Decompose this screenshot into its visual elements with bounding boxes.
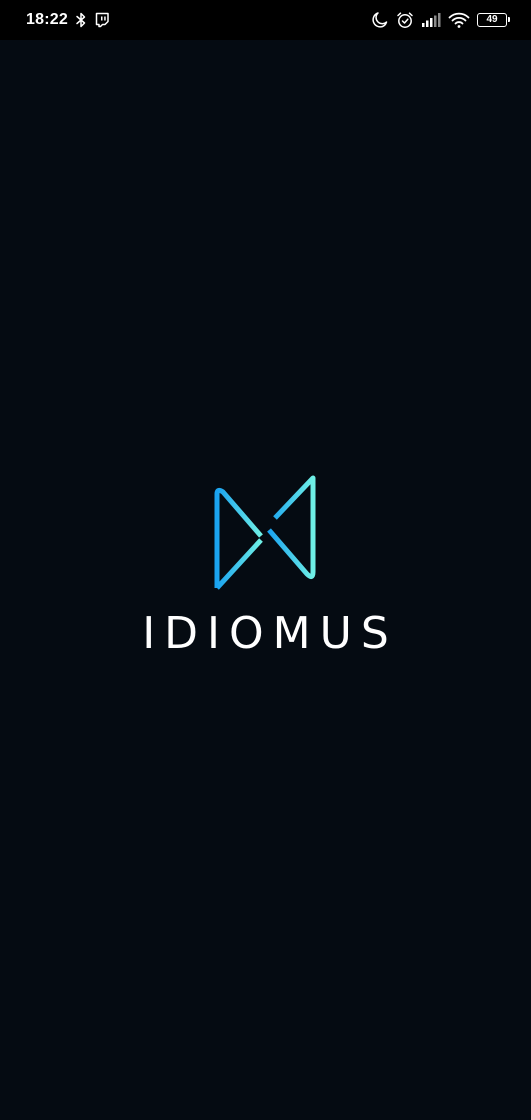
brand-name: IDIOMUS bbox=[142, 608, 398, 659]
status-time: 18:22 bbox=[26, 11, 68, 28]
status-bar-left: 18:22 bbox=[26, 0, 110, 40]
alarm-icon bbox=[396, 11, 414, 29]
bluetooth-icon bbox=[75, 12, 87, 28]
logo-container bbox=[0, 474, 531, 592]
moon-icon bbox=[371, 11, 389, 29]
wifi-icon bbox=[448, 11, 470, 29]
status-bar: 18:22 49 bbox=[0, 0, 531, 40]
idiomus-logo-icon bbox=[214, 475, 315, 590]
battery-indicator: 49 bbox=[477, 13, 510, 27]
signal-icon bbox=[421, 12, 441, 28]
battery-icon: 49 bbox=[477, 13, 510, 27]
splash-screen: 18:22 49 IDIOMUS bbox=[0, 0, 531, 1120]
battery-level: 49 bbox=[486, 14, 498, 25]
twitch-icon bbox=[94, 12, 110, 28]
status-bar-right: 49 bbox=[364, 0, 510, 40]
